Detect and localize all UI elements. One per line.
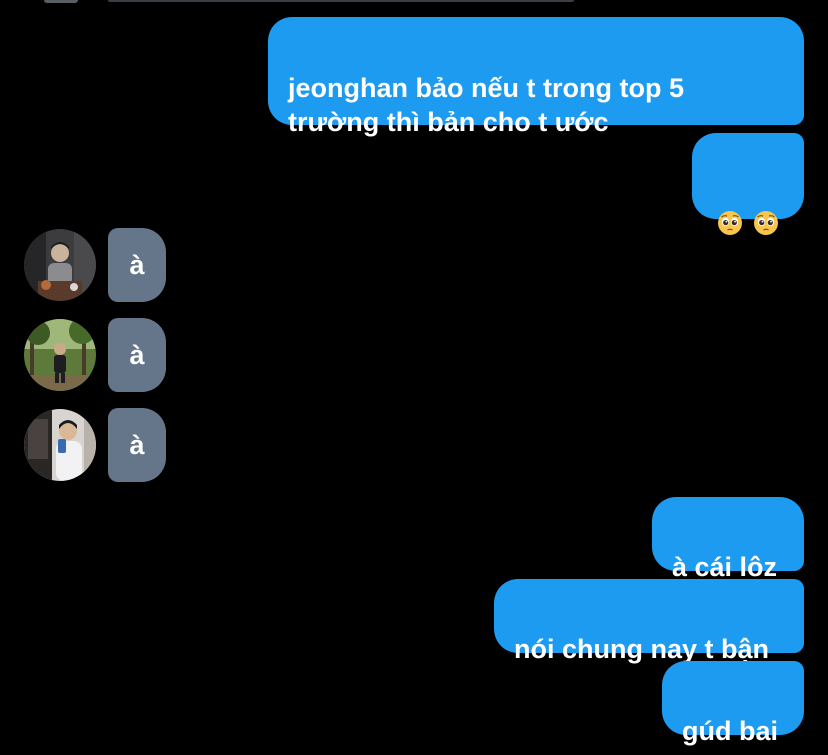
message-text: à: [129, 250, 145, 280]
pleading-face-icon: [717, 176, 743, 244]
pleading-face-icon: [753, 176, 779, 244]
message-text: à: [129, 340, 145, 370]
avatar[interactable]: [24, 229, 96, 301]
previous-message-edge: [108, 0, 574, 2]
received-message-bubble[interactable]: à: [108, 228, 166, 302]
received-message-bubble[interactable]: à: [108, 318, 166, 392]
received-message-bubble[interactable]: à: [108, 408, 166, 482]
message-text: à: [129, 430, 145, 460]
avatar[interactable]: [24, 319, 96, 391]
avatar[interactable]: [24, 409, 96, 481]
previous-avatar-edge: [44, 0, 78, 3]
message-text: nói chung nay t bận: [514, 634, 769, 664]
sent-emoji-bubble[interactable]: [692, 133, 804, 235]
message-text: à cái lôz: [672, 552, 778, 582]
message-text: jeonghan bảo nếu t trong top 5 trường th…: [288, 73, 684, 137]
message-text: gúd bai: [682, 716, 778, 746]
sent-message-bubble[interactable]: gúd bai: [662, 661, 804, 746]
sent-message-bubble[interactable]: jeonghan bảo nếu t trong top 5 trường th…: [268, 17, 804, 137]
sent-message-bubble[interactable]: nói chung nay t bận: [494, 579, 804, 664]
sent-message-bubble[interactable]: à cái lôz: [652, 497, 804, 582]
